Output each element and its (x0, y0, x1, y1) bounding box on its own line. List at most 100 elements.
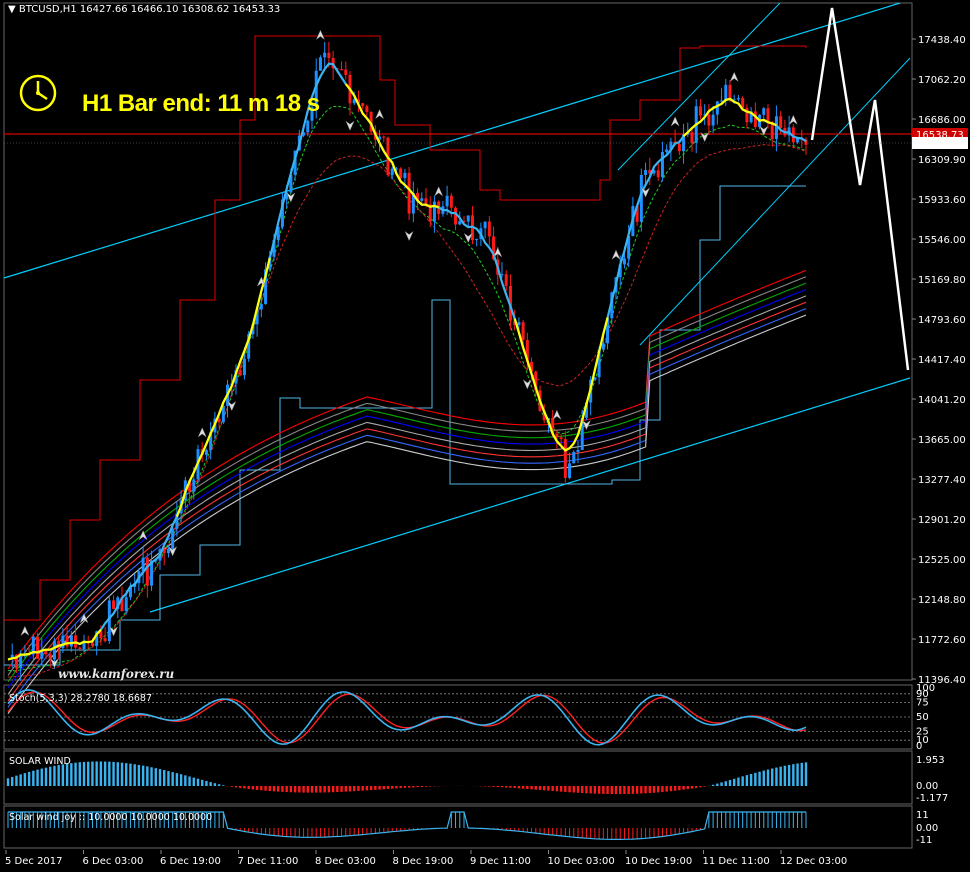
solar-bar (340, 786, 343, 792)
down-arrow-icon (404, 230, 414, 242)
solar-bar (154, 768, 157, 786)
solar-bar (260, 786, 263, 791)
solar-bar (23, 773, 27, 786)
solar-bar (205, 780, 208, 786)
solar-bar (108, 761, 111, 786)
solar-bar (285, 786, 288, 793)
candle-body (622, 258, 626, 265)
solar-bar (310, 786, 314, 793)
stoch-level-label: 75 (916, 698, 929, 709)
solar-bar (792, 764, 795, 786)
solar-bar (49, 766, 52, 786)
solar-bar (619, 786, 622, 795)
solar-bar (239, 786, 242, 788)
solar-bar (112, 761, 115, 786)
price-tick-label: 13665.00 (918, 435, 966, 446)
solar-bar (555, 786, 559, 792)
solar-level-label: 0.00 (916, 781, 938, 792)
solar-bar (745, 775, 749, 786)
candle-body (555, 433, 559, 438)
ma-ribbon-line (7, 301, 807, 702)
solar-bar (243, 786, 246, 789)
solar-bar (644, 786, 647, 794)
time-tick-label: 8 Dec 19:00 (393, 856, 454, 867)
solar-bar (129, 763, 132, 786)
solar-bar (623, 786, 626, 795)
down-arrow-icon (522, 379, 532, 390)
bar-end-timer: H1 Bar end: 11 m 18 s (82, 90, 320, 117)
candle-body (65, 635, 69, 647)
time-tick-label: 8 Dec 03:00 (315, 856, 376, 867)
up-arrow-icon (315, 29, 326, 41)
solar-bar (496, 786, 499, 788)
dashed-ma-red (7, 144, 807, 678)
candle-body (382, 136, 386, 138)
candle-body (707, 114, 711, 126)
upper-envelope (4, 35, 807, 621)
solar-bar (597, 786, 601, 794)
solar-bar (716, 783, 719, 786)
price-tick-label: 16309.90 (918, 155, 966, 166)
ma-ribbon-line (7, 308, 807, 708)
candle-body (454, 207, 458, 225)
chart-window: 17438.40 17062.20 16686.00 16309.90 15933.60… (0, 0, 970, 872)
solar-bar (184, 775, 187, 786)
solar-bar (369, 786, 373, 791)
solar-bar (720, 782, 723, 786)
candle-body (327, 52, 331, 59)
dropdown-icon[interactable]: ▼ (8, 4, 16, 15)
solar-bar (521, 786, 525, 789)
candle-body (238, 370, 242, 376)
solar-level-label: 1.953 (916, 755, 945, 766)
solar-bar (665, 786, 668, 792)
solar-bar (163, 770, 166, 786)
solar-bar (395, 786, 398, 789)
solar-bar (65, 763, 69, 786)
solar-bar (11, 776, 14, 786)
solar-bar (568, 786, 571, 793)
candle-body (407, 172, 411, 214)
price-tick-label: 15933.60 (918, 195, 966, 206)
solar-bar (610, 786, 613, 795)
ohlc-values: 16427.66 16466.10 16308.62 16453.33 (79, 4, 281, 15)
solar-bar (407, 786, 411, 788)
candle-body (483, 221, 487, 229)
solar-bar (40, 768, 43, 786)
price-tick-label: 12901.20 (918, 515, 966, 526)
ma-ribbon-line (7, 276, 807, 676)
solar-bar (775, 767, 778, 786)
solar-bar (264, 786, 267, 791)
up-arrow-icon (611, 249, 621, 261)
solar-bar (576, 786, 580, 793)
solar-bar (289, 786, 293, 793)
candle-body (475, 239, 479, 241)
solar-bar (754, 772, 757, 786)
candle-body (753, 111, 757, 128)
candle-body (504, 274, 508, 286)
solar-bar (690, 786, 694, 789)
solar-bar (766, 769, 770, 786)
joy-level-label: 0.00 (916, 823, 938, 834)
solar-bar (386, 786, 390, 789)
solar-bar (374, 786, 377, 790)
solar-bar (361, 786, 364, 791)
solar-bar (82, 761, 86, 786)
solar-bar (505, 786, 508, 788)
solar-bar (737, 777, 740, 786)
solar-bar (661, 786, 664, 793)
solar-bar (125, 763, 128, 786)
solar-bar (36, 769, 39, 786)
candle-body (390, 168, 394, 176)
price-tick-label: 17438.40 (918, 35, 966, 46)
solar-bar (44, 767, 48, 786)
solar-bar (635, 786, 639, 794)
solar-bar (277, 786, 280, 792)
candle-body (399, 168, 403, 179)
solar-bar (488, 786, 491, 787)
candle-body (601, 343, 605, 350)
solar-bar (673, 786, 677, 791)
solar-bar (158, 769, 162, 786)
solar-bar (378, 786, 381, 790)
solar-bar (762, 770, 765, 786)
up-arrow-icon (197, 427, 207, 438)
